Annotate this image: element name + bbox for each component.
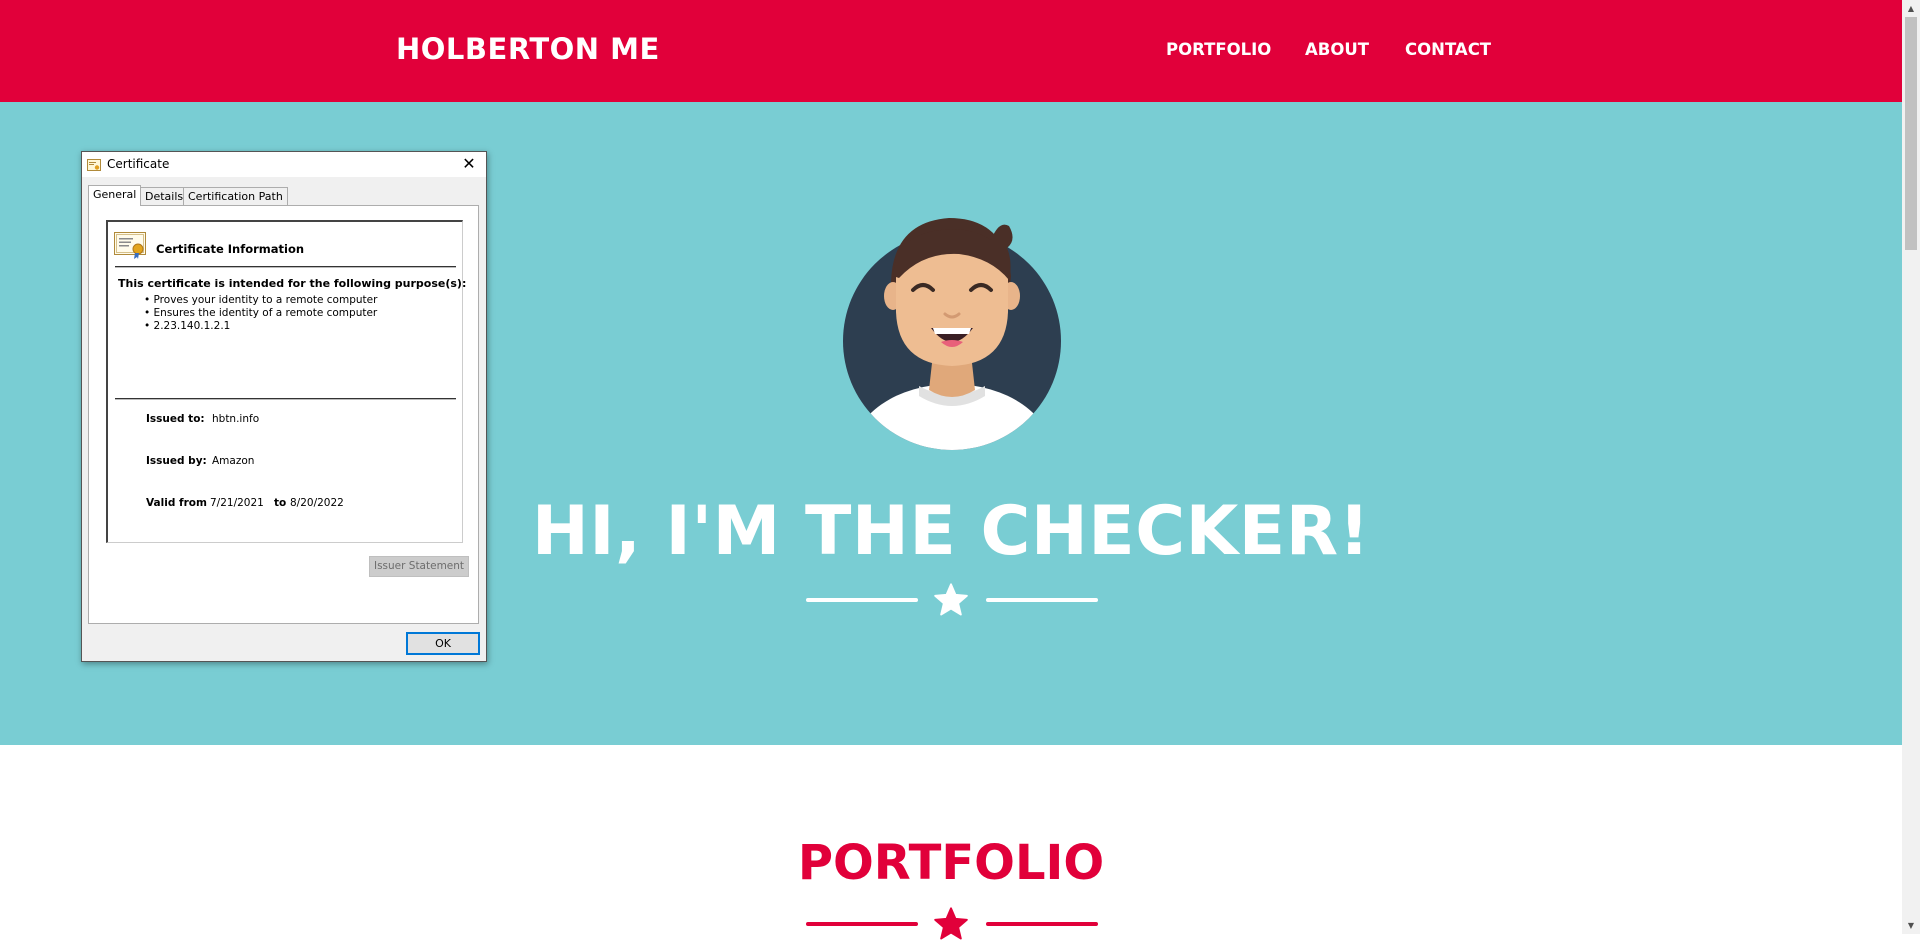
dialog-title: Certificate xyxy=(107,157,170,171)
issued-by-value: Amazon xyxy=(212,455,255,467)
certificate-icon xyxy=(87,159,101,171)
purpose-item: • 2.23.140.1.2.1 xyxy=(144,320,231,332)
issued-by-label: Issued by: xyxy=(146,455,207,467)
tab-panel-general: Certificate Information This certificate… xyxy=(88,205,479,624)
portfolio-title: PORTFOLIO xyxy=(797,835,1105,891)
nav-link-contact[interactable]: CONTACT xyxy=(1405,40,1491,59)
portfolio-divider-left xyxy=(806,922,918,926)
certificate-icon xyxy=(114,232,146,259)
valid-to-value: 8/20/2022 xyxy=(290,497,344,509)
star-icon xyxy=(934,907,968,940)
scroll-thumb[interactable] xyxy=(1905,17,1917,250)
page-scrollbar[interactable]: ▲ ▼ xyxy=(1902,0,1920,934)
purpose-item: • Ensures the identity of a remote compu… xyxy=(144,307,378,319)
certificate-dialog: Certificate ✕ General Details Certificat… xyxy=(81,151,487,662)
tab-details[interactable]: Details xyxy=(140,187,189,206)
navbar: HOLBERTON ME PORTFOLIO ABOUT CONTACT xyxy=(0,0,1902,102)
valid-from-label: Valid from xyxy=(146,497,207,509)
tab-general[interactable]: General xyxy=(88,185,142,206)
divider xyxy=(115,398,456,400)
site-brand[interactable]: HOLBERTON ME xyxy=(396,32,660,66)
nav-link-portfolio[interactable]: PORTFOLIO xyxy=(1166,40,1271,59)
issued-to-value: hbtn.info xyxy=(212,413,260,425)
info-heading: Certificate Information xyxy=(156,242,305,256)
nav-link-about[interactable]: ABOUT xyxy=(1305,40,1369,59)
portfolio-divider-right xyxy=(986,922,1098,926)
purpose-item: • Proves your identity to a remote compu… xyxy=(144,294,378,306)
avatar xyxy=(843,218,1061,450)
dialog-titlebar[interactable]: Certificate ✕ xyxy=(82,152,486,177)
valid-to-label: to xyxy=(274,497,287,509)
divider-line-right xyxy=(986,598,1098,602)
issuer-statement-button[interactable]: Issuer Statement xyxy=(369,556,469,577)
close-icon[interactable]: ✕ xyxy=(452,152,486,177)
divider xyxy=(115,266,456,268)
scroll-down-icon[interactable]: ▼ xyxy=(1902,917,1920,934)
certificate-info-box: Certificate Information This certificate… xyxy=(106,220,467,543)
ok-button[interactable]: OK xyxy=(406,632,480,655)
star-icon xyxy=(934,583,968,616)
tab-certification-path[interactable]: Certification Path xyxy=(183,187,288,206)
issued-to-label: Issued to: xyxy=(146,413,205,425)
purpose-title: This certificate is intended for the fol… xyxy=(118,277,467,290)
scroll-up-icon[interactable]: ▲ xyxy=(1902,0,1920,17)
valid-from-value: 7/21/2021 xyxy=(210,497,264,509)
divider-line-left xyxy=(806,598,918,602)
